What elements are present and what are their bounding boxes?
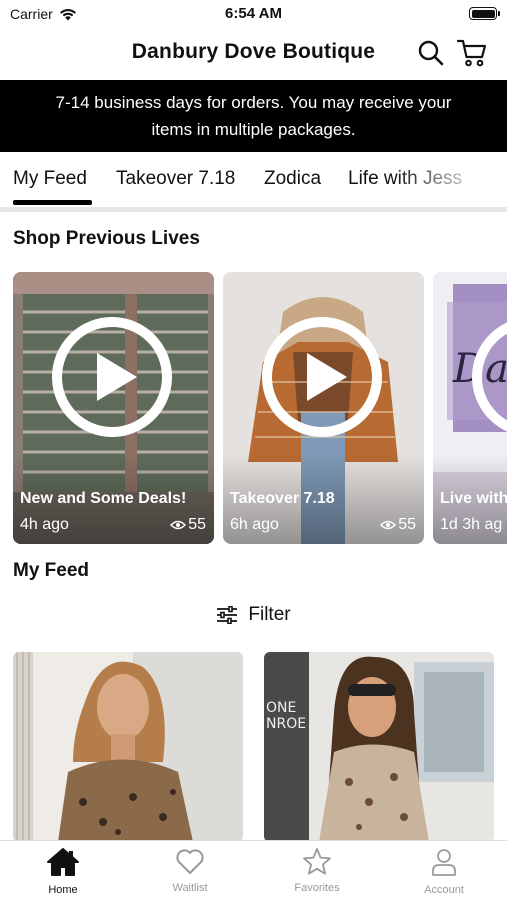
svg-text:ONE: ONE	[266, 700, 296, 716]
banner-line-1: 7-14 business days for orders. You may r…	[55, 93, 452, 112]
section-title-my-feed: My Feed	[13, 560, 90, 581]
product-card[interactable]	[13, 652, 243, 842]
active-tab-indicator	[13, 200, 92, 205]
tabbar-label: Account	[424, 884, 464, 896]
section-title-previous-lives: Shop Previous Lives	[13, 228, 200, 249]
tabbar-label: Favorites	[294, 882, 340, 894]
bottom-tab-bar: Home Waitlist Favorites Account	[0, 840, 507, 900]
svg-text:NROE: NROE	[266, 716, 306, 732]
filter-label: Filter	[248, 604, 291, 625]
cart-icon[interactable]	[455, 36, 489, 70]
tab-life-with-jess[interactable]: Life with Jess	[348, 168, 462, 190]
tabbar-waitlist[interactable]: Waitlist	[140, 847, 240, 894]
app-header: Danbury Dove Boutique	[0, 28, 507, 80]
product-image	[13, 652, 243, 842]
tab-zodica[interactable]: Zodica	[264, 168, 321, 190]
live-view-count: 55	[380, 516, 416, 534]
tabbar-home[interactable]: Home	[13, 847, 113, 896]
tabbar-label: Waitlist	[172, 882, 208, 894]
live-view-count: 55	[170, 516, 206, 534]
live-title: New and Some Deals!	[20, 490, 187, 507]
battery-icon	[469, 7, 500, 20]
home-icon	[47, 848, 79, 876]
tabbar-account[interactable]: Account	[394, 847, 494, 896]
tabbar-favorites[interactable]: Favorites	[267, 847, 367, 894]
tabs-divider	[0, 207, 507, 212]
live-time-ago: 4h ago	[20, 516, 69, 533]
clock: 6:54 AM	[225, 5, 282, 22]
status-bar: Carrier 6:54 AM	[0, 0, 507, 28]
star-icon	[303, 848, 331, 875]
live-card[interactable]: Da Live with 1d 3h ag	[433, 272, 507, 544]
product-image: ONE NROE	[264, 652, 494, 842]
live-time-ago: 6h ago	[230, 516, 279, 533]
banner-line-2: items in multiple packages.	[151, 120, 356, 139]
play-icon[interactable]	[51, 316, 173, 438]
live-title: Live with	[440, 490, 507, 507]
live-card[interactable]: Takeover 7.18 6h ago 55	[223, 272, 424, 544]
product-card[interactable]: ONE NROE	[264, 652, 494, 842]
play-icon[interactable]	[471, 316, 507, 438]
search-icon[interactable]	[414, 36, 448, 70]
tabbar-label: Home	[48, 884, 78, 896]
live-time-ago: 1d 3h ag	[440, 516, 503, 533]
feed-tabs: My Feed Takeover 7.18 Zodica Life with J…	[0, 152, 507, 208]
views-value: 55	[188, 516, 206, 533]
eye-icon	[380, 520, 397, 530]
heart-icon	[176, 849, 204, 874]
views-value: 55	[398, 516, 416, 533]
live-card[interactable]: New and Some Deals! 4h ago 55	[13, 272, 214, 544]
tab-takeover-7-18[interactable]: Takeover 7.18	[116, 168, 235, 190]
filter-button[interactable]: Filter	[0, 604, 507, 626]
play-icon[interactable]	[261, 316, 383, 438]
live-title: Takeover 7.18	[230, 490, 335, 507]
shipping-notice-banner: 7-14 business days for orders. You may r…	[0, 80, 507, 152]
person-icon	[432, 849, 456, 876]
eye-icon	[170, 520, 187, 530]
tab-my-feed[interactable]: My Feed	[13, 168, 87, 190]
sliders-icon	[217, 606, 238, 624]
